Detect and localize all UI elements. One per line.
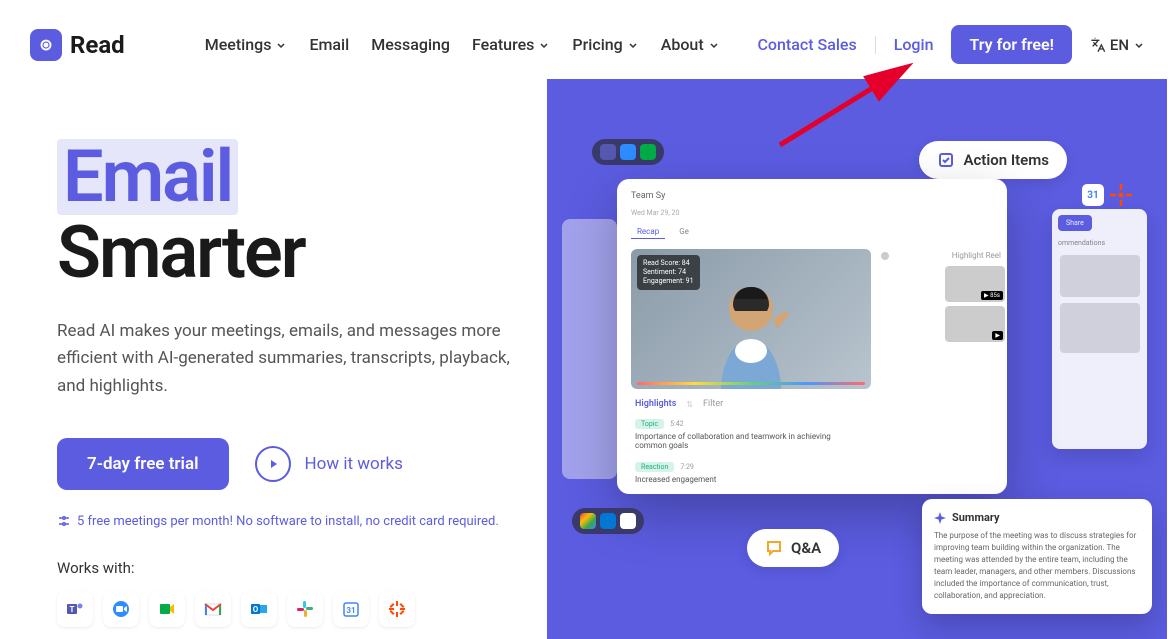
sliders-icon [57, 514, 71, 528]
topic-3: Action Item9:01 [625, 490, 999, 494]
chevron-down-icon [275, 39, 287, 51]
zapier-side-icon [1110, 184, 1132, 206]
meet-mini-icon [640, 144, 656, 160]
messaging-apps-pill [572, 508, 644, 534]
language-selector[interactable]: EN [1090, 36, 1145, 54]
free-trial-button[interactable]: 7-day free trial [57, 438, 229, 490]
login-link[interactable]: Login [894, 35, 934, 54]
logo-icon [30, 29, 62, 61]
mock-title: Team Sy [625, 187, 999, 205]
cta-row: 7-day free trial How it works [57, 438, 547, 490]
zoom-mini-icon [620, 144, 636, 160]
video-preview: Read Score: 84 Sentiment: 74 Engagement:… [631, 249, 871, 389]
calendar-side-icon: 31 [1082, 184, 1104, 206]
highlight-reel-label: Highlight Reel [952, 251, 1001, 260]
mock-date: Wed Mar 29, 20 [625, 205, 999, 221]
topic-2: Reaction7:29 Increased engagement [625, 456, 999, 490]
qa-badge: Q&A [747, 529, 839, 567]
nav-features[interactable]: Features [472, 35, 550, 54]
mock-tabs: Recap Ge [625, 221, 999, 243]
gmail-icon [195, 591, 231, 627]
app-mockup: Team Sy Wed Mar 29, 20 Recap Ge Read Sco… [617, 179, 1007, 494]
hero-left: Email Smarter Read AI makes your meeting… [57, 89, 547, 627]
integration-icons: T O 31 [57, 591, 547, 627]
person-illustration [691, 269, 811, 389]
nav-pricing[interactable]: Pricing [572, 35, 638, 54]
nav-messaging[interactable]: Messaging [371, 35, 450, 54]
chat-icon [765, 539, 783, 557]
checklist-icon [937, 151, 955, 169]
hero-illustration: 31 Action Items Team Sy Wed Mar 29, 20 R… [547, 79, 1167, 639]
slack-icon [287, 591, 323, 627]
top-nav: Read Meetings Email Messaging Features P… [0, 0, 1175, 89]
main-content: Email Smarter Read AI makes your meeting… [0, 89, 1175, 627]
contact-sales-link[interactable]: Contact Sales [757, 35, 856, 54]
headline-highlight: Email [57, 139, 238, 215]
teams-icon: T [57, 591, 93, 627]
nav-meetings[interactable]: Meetings [205, 35, 288, 54]
video-thumb-2: ▶ [945, 306, 1005, 342]
nav-links: Meetings Email Messaging Features Pricin… [205, 35, 720, 54]
outlook-icon: O [241, 591, 277, 627]
works-with-label: Works with: [57, 559, 547, 577]
action-items-badge: Action Items [919, 141, 1067, 179]
highlights-label: Highlights [635, 399, 676, 409]
highlights-row: Highlights ⇅ Filter [625, 395, 999, 413]
zapier-icon [379, 591, 415, 627]
chevron-down-icon [538, 39, 550, 51]
svg-text:T: T [70, 605, 75, 614]
summary-text: The purpose of the meeting was to discus… [934, 530, 1140, 602]
outlook-mini-icon [600, 513, 616, 529]
sidebar-mockup [562, 219, 617, 479]
zoom-icon [103, 591, 139, 627]
calendar-icon: 31 [333, 591, 369, 627]
recommendations-label: ommendations [1052, 237, 1147, 249]
trial-note: 5 free meetings per month! No software t… [57, 514, 547, 529]
headline: Email Smarter [57, 139, 547, 290]
meet-icon [149, 591, 185, 627]
svg-text:31: 31 [346, 606, 355, 615]
hero-right: 31 Action Items Team Sy Wed Mar 29, 20 R… [547, 89, 1145, 627]
share-button-mock: Share [1058, 215, 1092, 231]
topic-1: Topic5:42 Importance of collaboration an… [625, 413, 999, 456]
brand-name: Read [70, 31, 125, 59]
brand-logo[interactable]: Read [30, 29, 125, 61]
chevron-down-icon [1133, 39, 1145, 51]
sparkle-icon [934, 512, 946, 524]
subtitle: Read AI makes your meetings, emails, and… [57, 318, 527, 400]
side-app-icons: 31 [1082, 184, 1132, 206]
right-panel-mockup: Share ommendations [1052, 209, 1147, 449]
chevron-down-icon [627, 39, 639, 51]
thumb-1 [1060, 255, 1140, 297]
how-it-works-link[interactable]: How it works [255, 446, 403, 482]
video-thumb-1: ▶ 85s [945, 266, 1005, 302]
filter-label: Filter [703, 399, 723, 409]
svg-text:O: O [253, 605, 259, 614]
summary-card: Summary The purpose of the meeting was t… [922, 499, 1152, 614]
summary-title: Summary [934, 511, 1140, 524]
chevron-down-icon [708, 39, 720, 51]
status-dot [881, 252, 889, 260]
mock-tab-recap: Recap [631, 225, 665, 239]
nav-email[interactable]: Email [309, 35, 349, 54]
divider [875, 36, 876, 54]
play-icon [255, 446, 291, 482]
video-timeline [637, 382, 865, 385]
headline-rest: Smarter [57, 210, 305, 295]
nav-about[interactable]: About [661, 35, 720, 54]
mock-tab-2: Ge [673, 225, 695, 239]
slack-mini-icon [620, 513, 636, 529]
nav-right: Contact Sales Login Try for free! EN [757, 25, 1145, 64]
try-free-button[interactable]: Try for free! [951, 25, 1071, 64]
thumb-2 [1060, 303, 1140, 353]
translate-icon [1090, 37, 1106, 53]
teams-mini-icon [600, 144, 616, 160]
gmail-mini-icon [580, 513, 596, 529]
meeting-apps-pill [592, 139, 664, 165]
